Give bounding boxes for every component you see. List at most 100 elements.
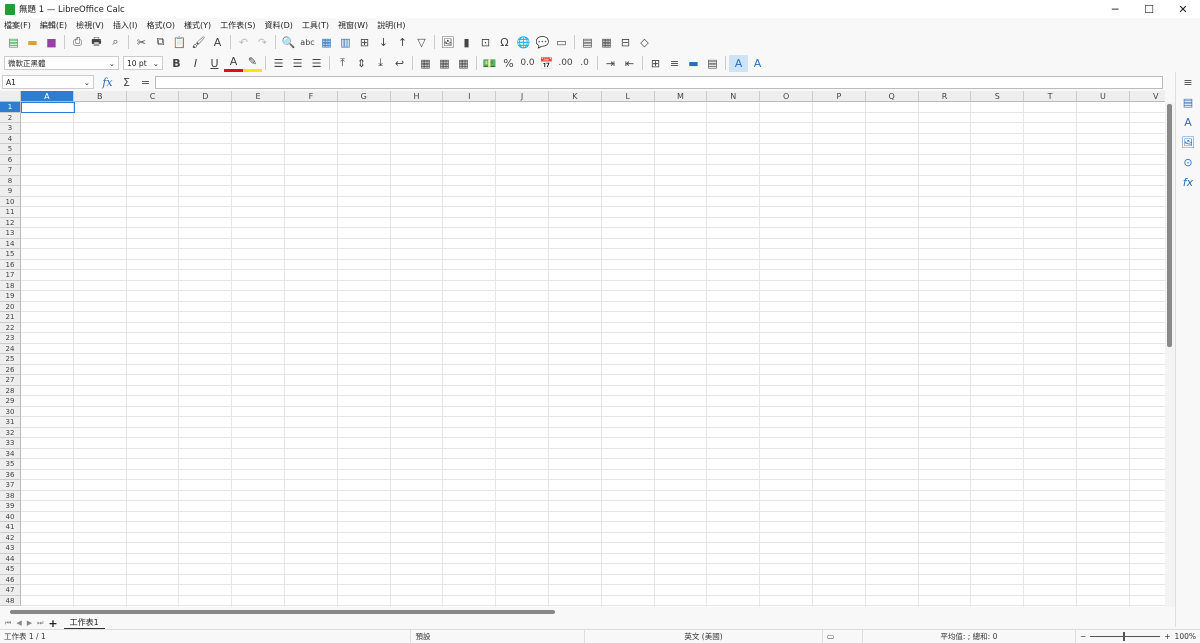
zoom-slider-handle[interactable] <box>1123 632 1126 641</box>
zoom-level[interactable]: 100% <box>1175 632 1196 641</box>
autofilter-icon[interactable]: ▽ <box>412 34 431 51</box>
row-header[interactable]: 29 <box>0 396 21 407</box>
row-header[interactable]: 17 <box>0 270 21 281</box>
align-top-icon[interactable]: ⤒ <box>333 55 352 72</box>
gallery-icon[interactable]: 🖼 <box>1179 134 1198 151</box>
export-pdf-icon[interactable]: ⎙ <box>68 34 87 51</box>
previous-sheet-icon[interactable]: ◀ <box>16 619 21 627</box>
spelling-icon[interactable]: abc <box>298 34 317 51</box>
row-header[interactable]: 4 <box>0 133 21 144</box>
column-header[interactable]: O <box>760 91 813 102</box>
find-replace-icon[interactable]: 🔍 <box>279 34 298 51</box>
text-vertical-icon[interactable]: A <box>748 55 767 72</box>
row-header[interactable]: 15 <box>0 249 21 260</box>
highlight-color-icon[interactable]: ✎ <box>243 55 262 72</box>
row-header[interactable]: 32 <box>0 427 21 438</box>
row-header[interactable]: 7 <box>0 165 21 176</box>
zoom-slider[interactable] <box>1090 632 1161 641</box>
row-header[interactable]: 42 <box>0 532 21 543</box>
last-sheet-icon[interactable]: ⏭ <box>37 619 43 628</box>
menu-item[interactable]: 編輯(E) <box>40 20 67 31</box>
row-header[interactable]: 28 <box>0 385 21 396</box>
row-header[interactable]: 3 <box>0 123 21 134</box>
wrap-text-icon[interactable]: ↩ <box>390 55 409 72</box>
function-wizard-icon[interactable]: fx <box>98 74 117 91</box>
row-header[interactable]: 12 <box>0 217 21 228</box>
select-all-corner[interactable] <box>0 91 21 102</box>
row-header[interactable]: 21 <box>0 312 21 323</box>
maximize-button[interactable]: ☐ <box>1132 3 1166 16</box>
column-icon[interactable]: ▥ <box>336 34 355 51</box>
column-header[interactable]: I <box>443 91 497 102</box>
row-header[interactable]: 44 <box>0 553 21 564</box>
underline-button[interactable]: U <box>205 55 224 72</box>
sort-descending-icon[interactable]: ↑ <box>393 34 412 51</box>
border-style-icon[interactable]: ≡ <box>665 55 684 72</box>
menu-item[interactable]: 視窗(W) <box>338 20 368 31</box>
row-header[interactable]: 38 <box>0 490 21 501</box>
border-color-icon[interactable]: ▬ <box>684 55 703 72</box>
column-header[interactable]: P <box>813 91 866 102</box>
special-character-icon[interactable]: Ω <box>495 34 514 51</box>
font-size-select[interactable]: 10 pt ⌄ <box>123 56 163 70</box>
row-header[interactable]: 47 <box>0 585 21 596</box>
freeze-rows-columns-icon[interactable]: ▦ <box>597 34 616 51</box>
column-header[interactable]: J <box>496 91 549 102</box>
row-header[interactable]: 8 <box>0 175 21 186</box>
clear-formatting-icon[interactable]: A <box>208 34 227 51</box>
menu-item[interactable]: 檢視(V) <box>76 20 104 31</box>
close-button[interactable]: ✕ <box>1166 3 1200 16</box>
italic-button[interactable]: I <box>186 55 205 72</box>
row-icon[interactable]: ▦ <box>317 34 336 51</box>
row-header[interactable]: 1 <box>0 102 21 113</box>
insert-image-icon[interactable]: 🖼 <box>438 34 457 51</box>
row-header[interactable]: 34 <box>0 448 21 459</box>
increase-indent-icon[interactable]: ⇥ <box>601 55 620 72</box>
row-header[interactable]: 20 <box>0 301 21 312</box>
unmerge-cells-icon[interactable]: ▦ <box>454 55 473 72</box>
equals-icon[interactable]: = <box>136 74 155 91</box>
row-header[interactable]: 36 <box>0 469 21 480</box>
row-header[interactable]: 30 <box>0 406 21 417</box>
menu-item[interactable]: 工作表(S) <box>220 20 255 31</box>
split-window-icon[interactable]: ⊟ <box>616 34 635 51</box>
row-header[interactable]: 14 <box>0 238 21 249</box>
row-header[interactable]: 43 <box>0 543 21 554</box>
delete-decimal-icon[interactable]: .0 <box>575 55 594 72</box>
decrease-indent-icon[interactable]: ⇤ <box>620 55 639 72</box>
column-header[interactable]: Q <box>865 91 919 102</box>
menu-item[interactable]: 工具(T) <box>302 20 329 31</box>
row-header[interactable]: 22 <box>0 322 21 333</box>
add-decimal-icon[interactable]: .00 <box>556 55 575 72</box>
row-header[interactable]: 18 <box>0 280 21 291</box>
align-bottom-icon[interactable]: ⤓ <box>371 55 390 72</box>
redo-icon[interactable]: ↷ <box>253 34 272 51</box>
add-sheet-button[interactable]: + <box>48 617 57 630</box>
page-style[interactable]: 預設 <box>411 630 586 643</box>
pivot-table-icon[interactable]: ⊡ <box>476 34 495 51</box>
properties-icon[interactable]: ▤ <box>1179 94 1198 111</box>
menu-item[interactable]: 檔案(F) <box>4 20 31 31</box>
show-draw-functions-icon[interactable]: ◇ <box>635 34 654 51</box>
column-header[interactable]: R <box>918 91 972 102</box>
row-header[interactable]: 2 <box>0 112 21 123</box>
column-header[interactable]: L <box>601 91 655 102</box>
navigator-icon[interactable]: ⊙ <box>1179 154 1198 171</box>
bold-button[interactable]: B <box>167 55 186 72</box>
row-header[interactable]: 5 <box>0 144 21 155</box>
row-header[interactable]: 35 <box>0 459 21 470</box>
cut-icon[interactable]: ✂ <box>132 34 151 51</box>
menu-item[interactable]: 樣式(Y) <box>184 20 211 31</box>
row-header[interactable]: 10 <box>0 196 21 207</box>
active-cell-cursor[interactable] <box>21 102 75 113</box>
column-header[interactable]: M <box>654 91 708 102</box>
clone-formatting-icon[interactable]: 🖌 <box>189 34 208 51</box>
align-right-icon[interactable]: ☰ <box>307 55 326 72</box>
horizontal-scroll-thumb[interactable] <box>10 610 555 614</box>
merge-cells-icon[interactable]: ▦ <box>435 55 454 72</box>
pivot-icon[interactable]: ⊞ <box>355 34 374 51</box>
column-header[interactable]: N <box>707 91 761 102</box>
vertical-scroll-thumb[interactable] <box>1167 104 1172 347</box>
conditional-format-icon[interactable]: ▤ <box>703 55 722 72</box>
align-middle-icon[interactable]: ⇕ <box>352 55 371 72</box>
